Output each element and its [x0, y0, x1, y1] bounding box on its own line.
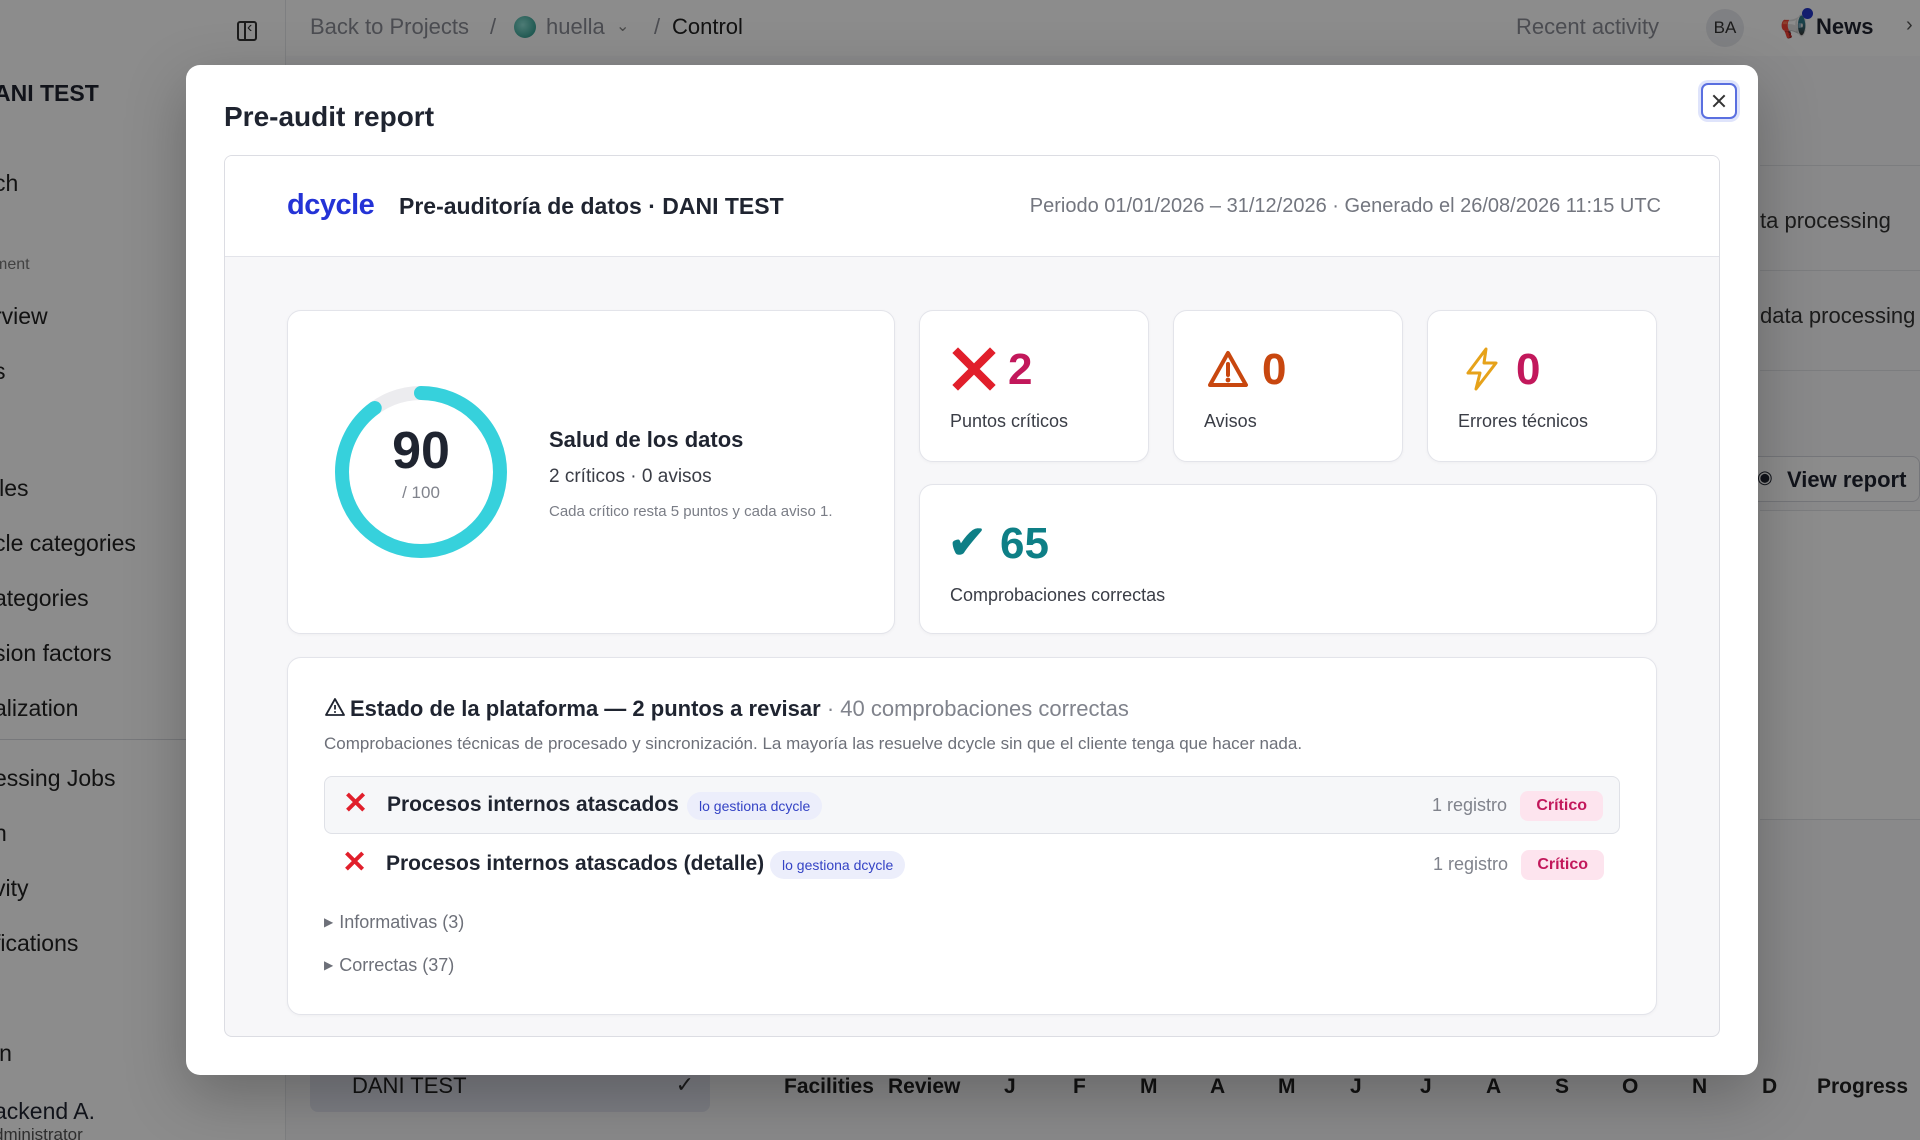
x-icon	[952, 347, 996, 391]
triangle-right-icon: ▶	[324, 958, 334, 972]
health-score: 90	[392, 422, 450, 480]
correct-checks-card: ✔ 65 Comprobaciones correctas	[919, 484, 1657, 634]
x-icon: ✕	[342, 846, 368, 879]
correct-checks-count: 65	[1000, 519, 1049, 568]
data-health-card: 90 / 100 Salud de los datos 2 críticos ·…	[287, 310, 895, 634]
correct-toggle-label: Correctas (37)	[339, 955, 455, 975]
platform-status-card: Estado de la plataforma — 2 puntos a rev…	[287, 657, 1657, 1015]
platform-heading: Estado de la plataforma — 2 puntos a rev…	[324, 696, 1129, 722]
health-summary: 2 críticos · 0 avisos	[549, 466, 712, 487]
warnings-count: 0	[1262, 345, 1287, 394]
pre-audit-modal: Pre-audit report dcycle Pre-auditoría de…	[186, 65, 1758, 1075]
issue-row[interactable]: ✕ Procesos internos atascados (detalle) …	[324, 836, 1620, 894]
platform-heading-extra: · 40 comprobaciones correctas	[826, 696, 1129, 721]
critical-points-card: 2 Puntos críticos	[919, 310, 1149, 462]
platform-description: Comprobaciones técnicas de procesado y s…	[324, 734, 1303, 753]
severity-badge: Crítico	[1521, 850, 1604, 880]
modal-title: Pre-audit report	[224, 101, 435, 132]
lightning-icon	[1466, 347, 1498, 391]
issue-count: 1 registro	[1432, 854, 1508, 874]
warnings-label: Avisos	[1204, 411, 1257, 431]
report-container: dcycle Pre-auditoría de datos · DANI TES…	[224, 155, 1720, 1037]
health-title: Salud de los datos	[549, 427, 744, 452]
x-icon: ✕	[343, 787, 369, 820]
report-meta: Periodo 01/01/2026 – 31/12/2026 · Genera…	[1029, 195, 1661, 217]
correct-checks-label: Comprobaciones correctas	[950, 585, 1166, 605]
warnings-card: 0 Avisos	[1173, 310, 1403, 462]
technical-errors-count: 0	[1516, 345, 1541, 394]
critical-label: Puntos críticos	[950, 411, 1069, 431]
close-button[interactable]	[1701, 83, 1737, 119]
issue-count: 1 registro	[1431, 795, 1507, 815]
issue-row[interactable]: ✕ Procesos internos atascados lo gestion…	[324, 776, 1620, 834]
technical-errors-label: Errores técnicos	[1458, 411, 1589, 431]
issue-name: Procesos internos atascados	[387, 793, 679, 816]
informative-toggle-label: Informativas (3)	[339, 912, 465, 932]
report-header: dcycle Pre-auditoría de datos · DANI TES…	[225, 156, 1719, 257]
report-title: Pre-auditoría de datos · DANI TEST	[399, 193, 784, 219]
severity-badge: Crítico	[1520, 791, 1603, 821]
technical-errors-card: 0 Errores técnicos	[1427, 310, 1657, 462]
correct-toggle[interactable]: ▶ Correctas (37)	[324, 955, 454, 976]
triangle-right-icon: ▶	[324, 915, 334, 929]
issue-owner-tag: lo gestiona dcycle	[687, 792, 823, 820]
brand-logo: dcycle	[287, 189, 375, 221]
check-icon: ✔	[948, 516, 987, 568]
platform-heading-text: Estado de la plataforma — 2 puntos a rev…	[350, 696, 821, 721]
informative-toggle[interactable]: ▶ Informativas (3)	[324, 912, 464, 933]
health-score-max: / 100	[402, 483, 440, 502]
warning-icon	[325, 698, 345, 716]
warning-icon	[1208, 351, 1248, 387]
critical-count: 2	[1008, 345, 1033, 394]
issue-name: Procesos internos atascados (detalle)	[386, 852, 765, 875]
issue-owner-tag: lo gestiona dcycle	[770, 851, 906, 879]
health-note: Cada crítico resta 5 puntos y cada aviso…	[549, 503, 833, 520]
